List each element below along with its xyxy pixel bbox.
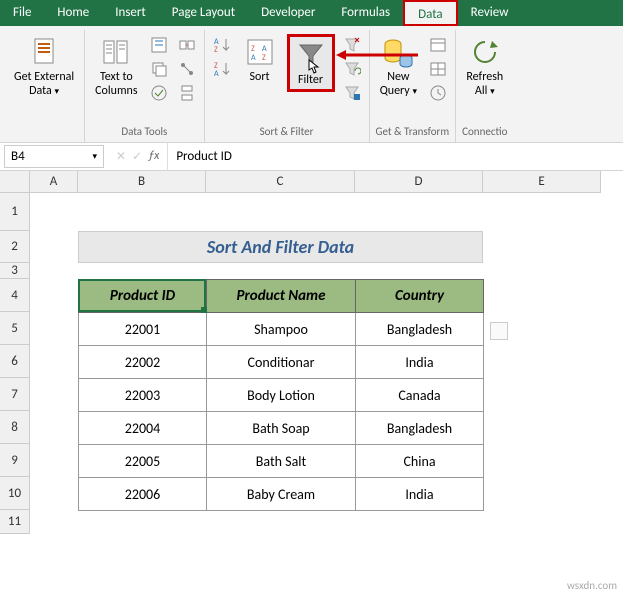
svg-text:Z: Z xyxy=(262,53,266,63)
row-header-7[interactable]: 7 xyxy=(0,378,30,411)
col-header-b[interactable]: B xyxy=(78,171,206,193)
row-header-4[interactable]: 4 xyxy=(0,279,30,312)
col-header-d[interactable]: D xyxy=(355,171,483,193)
new-query-button[interactable]: NewQuery ▾ xyxy=(376,34,421,101)
svg-text:A: A xyxy=(251,53,256,63)
group-get-external: Get ExternalData ▾ xyxy=(4,30,85,142)
text-to-columns-label: Text toColumns xyxy=(95,70,137,99)
row-header-3[interactable]: 3 xyxy=(0,263,30,279)
table-row[interactable]: 22004Bath SoapBangladesh xyxy=(79,412,484,445)
tab-developer[interactable]: Developer xyxy=(248,0,328,26)
tab-formulas[interactable]: Formulas xyxy=(328,0,403,26)
flash-fill-button[interactable] xyxy=(148,34,170,56)
new-query-label: NewQuery ▾ xyxy=(380,70,417,99)
reapply-button[interactable] xyxy=(341,58,363,80)
fx-button[interactable]: ƒx xyxy=(148,149,159,164)
text-to-columns-button[interactable]: Text toColumns xyxy=(91,34,141,101)
formula-bar-row: B4 ▾ ✕ ✓ ƒx Product ID xyxy=(0,143,623,171)
tab-file[interactable]: File xyxy=(0,0,44,26)
data-validation-button[interactable] xyxy=(148,82,170,104)
refresh-label: RefreshAll ▾ xyxy=(466,70,503,99)
refresh-all-button[interactable]: RefreshAll ▾ xyxy=(462,34,507,101)
ribbon-tabs: File Home Insert Page Layout Developer F… xyxy=(0,0,623,26)
formula-buttons: ✕ ✓ ƒx xyxy=(108,149,167,164)
group-connections: RefreshAll ▾ Connectio xyxy=(456,30,513,142)
title-cell[interactable]: Sort And Filter Data xyxy=(78,231,483,263)
row-header-11[interactable]: 11 xyxy=(0,510,30,534)
show-queries-button[interactable] xyxy=(427,34,449,56)
cells-area[interactable]: Sort And Filter Data Product ID Product … xyxy=(30,193,601,593)
refresh-icon xyxy=(469,36,501,68)
paste-options-button[interactable] xyxy=(490,322,508,340)
table-row[interactable]: 22001ShampooBangladesh xyxy=(79,313,484,346)
column-headers: A B C D E xyxy=(0,171,623,193)
tab-home[interactable]: Home xyxy=(44,0,102,26)
clear-filter-button[interactable] xyxy=(341,34,363,56)
name-box-dropdown-icon[interactable]: ▾ xyxy=(92,151,97,162)
table-row[interactable]: 22005Bath SaltChina xyxy=(79,445,484,478)
svg-text:A: A xyxy=(214,69,219,79)
table-row[interactable]: 22003Body LotionCanada xyxy=(79,379,484,412)
new-query-icon xyxy=(382,36,414,68)
sort-button[interactable]: ZAAZ Sort xyxy=(239,34,281,86)
tab-review[interactable]: Review xyxy=(458,0,522,26)
data-tools-label: Data Tools xyxy=(121,123,167,142)
row-header-10[interactable]: 10 xyxy=(0,477,30,510)
remove-duplicates-button[interactable] xyxy=(148,58,170,80)
svg-text:Z: Z xyxy=(214,45,218,55)
sort-label: Sort xyxy=(250,70,270,84)
get-external-label: Get ExternalData ▾ xyxy=(14,70,74,99)
row-headers: 1 2 3 4 5 6 7 8 9 10 11 xyxy=(0,193,30,593)
name-box[interactable]: B4 ▾ xyxy=(4,145,104,168)
row-header-1[interactable]: 1 xyxy=(0,193,30,231)
data-table: Product ID Product Name Country 22001Sha… xyxy=(78,279,484,511)
table-row[interactable]: 22002ConditionarIndia xyxy=(79,346,484,379)
consolidate-button[interactable] xyxy=(176,34,198,56)
cancel-formula-button[interactable]: ✕ xyxy=(116,149,126,164)
tab-data[interactable]: Data xyxy=(403,0,458,26)
sort-filter-label: Sort & Filter xyxy=(260,123,314,142)
select-all-corner[interactable] xyxy=(0,171,30,193)
relationships-button[interactable] xyxy=(176,58,198,80)
sort-icon: ZAAZ xyxy=(244,36,276,68)
get-transform-label: Get & Transform xyxy=(376,123,450,142)
enter-formula-button[interactable]: ✓ xyxy=(132,149,142,164)
name-box-value: B4 xyxy=(11,149,25,164)
from-table-button[interactable] xyxy=(427,58,449,80)
sort-asc-button[interactable]: AZ xyxy=(211,34,233,56)
row-header-6[interactable]: 6 xyxy=(0,345,30,378)
formula-bar[interactable]: Product ID xyxy=(167,143,623,170)
row-header-8[interactable]: 8 xyxy=(0,411,30,444)
connections-label: Connectio xyxy=(462,123,507,142)
col-header-e[interactable]: E xyxy=(483,171,601,193)
row-header-9[interactable]: 9 xyxy=(0,444,30,477)
tab-insert[interactable]: Insert xyxy=(102,0,159,26)
group-data-tools: Text toColumns Data Tools xyxy=(85,30,204,142)
data-model-button[interactable] xyxy=(176,82,198,104)
header-product-id[interactable]: Product ID xyxy=(79,280,207,313)
row-header-5[interactable]: 5 xyxy=(0,312,30,345)
group-sort-filter: AZ ZA ZAAZ Sort Filter xyxy=(205,30,370,142)
advanced-filter-button[interactable] xyxy=(341,82,363,104)
watermark: wsxdn.com xyxy=(567,579,617,592)
text-to-columns-icon xyxy=(100,36,132,68)
header-product-name[interactable]: Product Name xyxy=(207,280,356,313)
database-icon xyxy=(28,36,60,68)
spreadsheet-grid: A B C D E 1 2 3 4 5 6 7 8 9 10 11 Sort A… xyxy=(0,171,623,593)
get-external-data-button[interactable]: Get ExternalData ▾ xyxy=(10,34,78,101)
ribbon: Get ExternalData ▾ Text toColumns xyxy=(0,26,623,143)
tab-page-layout[interactable]: Page Layout xyxy=(159,0,248,26)
filter-button[interactable]: Filter xyxy=(287,34,335,92)
table-row[interactable]: 22006Baby CreamIndia xyxy=(79,478,484,511)
sort-desc-button[interactable]: ZA xyxy=(211,58,233,80)
cursor-icon xyxy=(308,59,320,75)
recent-sources-button[interactable] xyxy=(427,82,449,104)
col-header-c[interactable]: C xyxy=(206,171,355,193)
header-country[interactable]: Country xyxy=(356,280,484,313)
row-header-2[interactable]: 2 xyxy=(0,231,30,263)
group-get-transform: NewQuery ▾ Get & Transform xyxy=(370,30,457,142)
col-header-a[interactable]: A xyxy=(30,171,78,193)
